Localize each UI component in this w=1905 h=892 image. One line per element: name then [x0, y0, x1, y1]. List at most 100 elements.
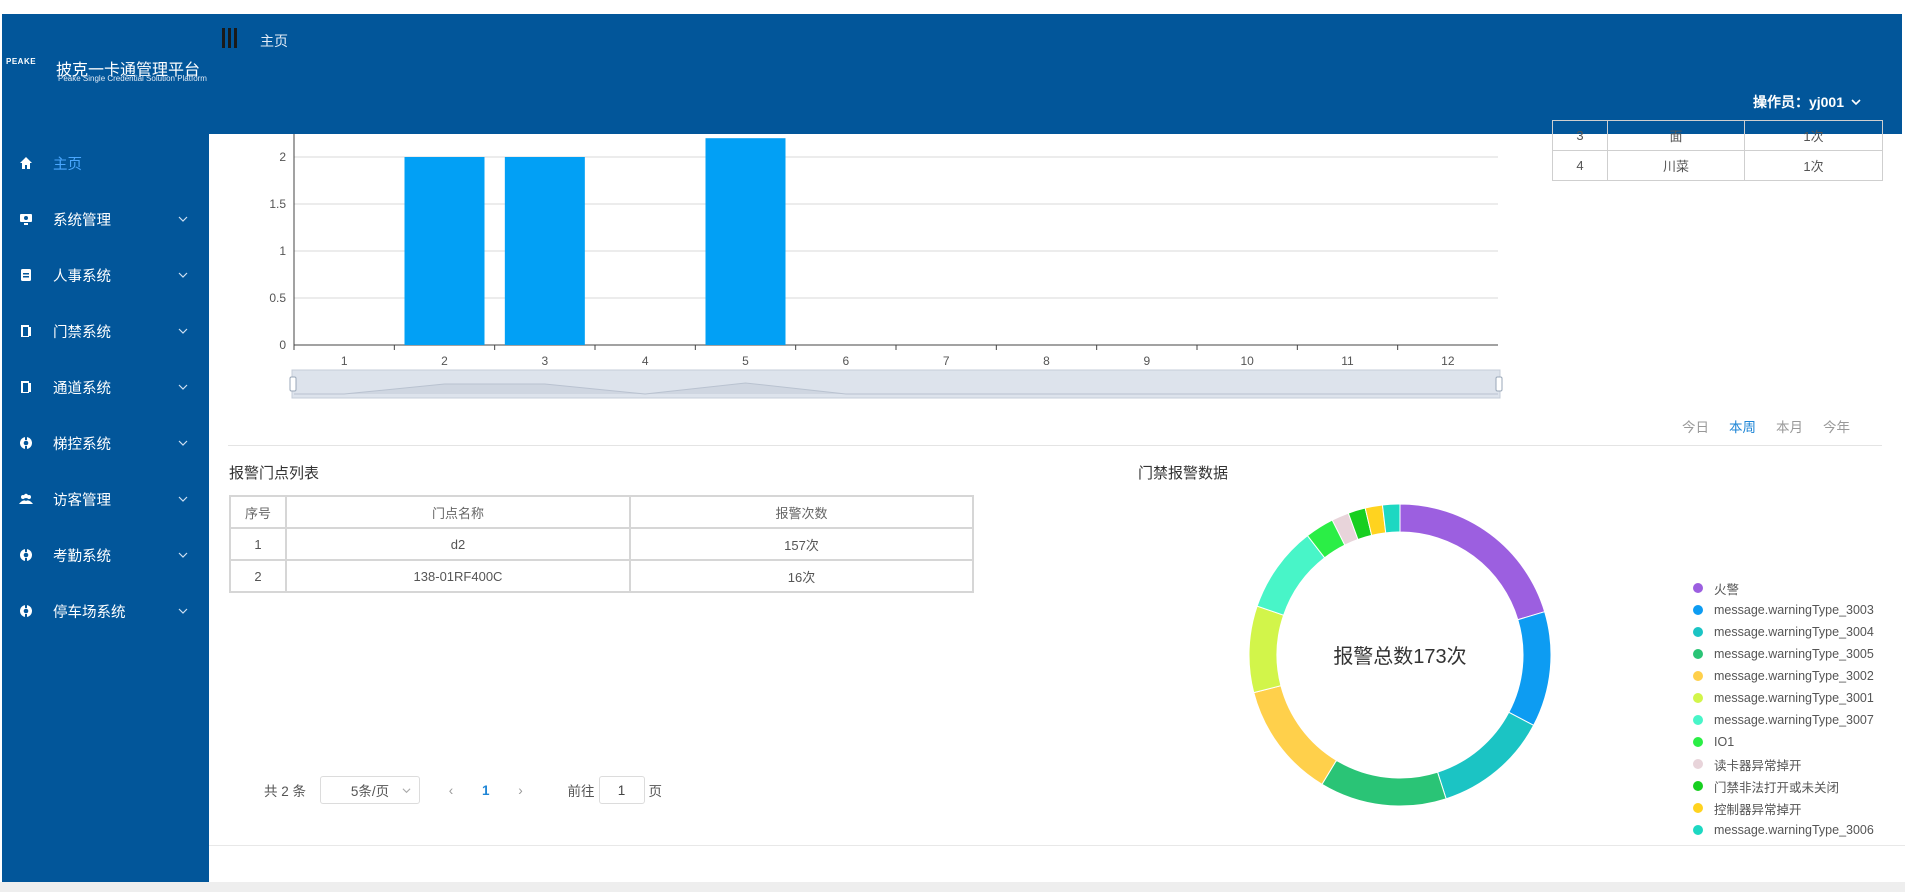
tab-period-1[interactable]: 本周: [1729, 416, 1756, 436]
page-size-select[interactable]: 5条/页: [320, 776, 421, 804]
monthly-bar-chart: 00.511.521 2 3 4 5 6 7 8 9 10 11 12: [269, 134, 1503, 399]
legend-item[interactable]: message.warningType_3006: [1693, 819, 1874, 841]
donut-slice[interactable]: [1399, 503, 1546, 621]
donut-slice[interactable]: [1253, 685, 1338, 785]
next-page-button[interactable]: ›: [512, 783, 530, 798]
bar-5[interactable]: [705, 138, 786, 345]
legend-swatch: [1693, 671, 1703, 681]
sidebar: 主页系统管理人事系统门禁系统通道系统梯控系统访客管理考勤系统停车场系统: [2, 134, 209, 882]
tab-period-2[interactable]: 本月: [1776, 416, 1803, 436]
legend-label: message.warningType_3005: [1714, 647, 1874, 661]
legend-swatch: [1693, 583, 1703, 593]
x-tick-label: 5: [742, 354, 749, 368]
attendance-icon: [20, 549, 32, 561]
sidebar-item-label: 通道系统: [53, 380, 111, 397]
brand-subtitle: Peake Single Credential Solution Platfor…: [58, 74, 207, 83]
operator-menu[interactable]: 操作员：yj001: [1753, 92, 1862, 112]
donut-slice[interactable]: [1321, 759, 1447, 807]
x-tick-label: 4: [642, 354, 649, 368]
sidebar-item-8[interactable]: 停车场系统: [2, 591, 209, 631]
x-tick-label: 8: [1043, 354, 1050, 368]
period-tabs: 今日 本周 本月 今年: [1682, 416, 1850, 436]
legend-label: 火警: [1714, 582, 1740, 597]
table-cell: 面: [1607, 120, 1745, 151]
chevron-down-icon: [1851, 99, 1861, 106]
chevron-down-icon: [178, 496, 188, 502]
legend-item[interactable]: 火警: [1693, 577, 1874, 599]
legend-item[interactable]: message.warningType_3004: [1693, 621, 1874, 643]
y-tick-label: 0.5: [269, 291, 286, 305]
pagination: 共 2 条 5条/页 ‹ 1 › 前往 页: [264, 776, 662, 804]
legend-item[interactable]: message.warningType_3003: [1693, 599, 1874, 621]
zoom-handle-right[interactable]: [1495, 376, 1503, 392]
goto-label: 前往: [567, 784, 595, 799]
legend-swatch: [1693, 605, 1703, 615]
donut-slice[interactable]: [1248, 605, 1285, 694]
chevron-down-icon: [178, 552, 188, 558]
legend-item[interactable]: message.warningType_3007: [1693, 709, 1874, 731]
sidebar-item-5[interactable]: 梯控系统: [2, 423, 209, 463]
table-cell: 1: [229, 527, 287, 561]
alarm-list-title: 报警门点列表: [229, 465, 320, 482]
sidebar-item-1[interactable]: 系统管理: [2, 199, 209, 239]
sidebar-item-0[interactable]: 主页: [2, 143, 209, 183]
bottom-strip: [0, 882, 1905, 892]
legend-label: 读卡器异常掉开: [1714, 758, 1802, 773]
legend-label: message.warningType_3003: [1714, 603, 1874, 617]
y-tick-label: 0: [279, 338, 286, 352]
table-row: 1 d2 157次: [229, 527, 974, 561]
sidebar-item-label: 停车场系统: [53, 604, 126, 621]
table-cell: 138-01RF400C: [285, 559, 631, 593]
app-header: PEAKE 披克一卡通管理平台 Peake Single Credential …: [2, 14, 1902, 134]
menu-toggle-icon[interactable]: [222, 28, 238, 48]
zoom-handle-left[interactable]: [289, 376, 297, 392]
legend-swatch: [1693, 759, 1703, 769]
sidebar-item-label: 梯控系统: [53, 436, 111, 453]
x-tick-label: 12: [1441, 354, 1455, 368]
donut-center-label: 报警总数173次: [1333, 645, 1466, 668]
legend-item[interactable]: 门禁非法打开或未关闭: [1693, 775, 1874, 797]
chevron-down-icon: [178, 328, 188, 334]
bar-3[interactable]: [504, 157, 585, 345]
sidebar-item-3[interactable]: 门禁系统: [2, 311, 209, 351]
legend-swatch: [1693, 825, 1703, 835]
legend-label: message.warningType_3001: [1714, 691, 1874, 705]
legend-item[interactable]: message.warningType_3005: [1693, 643, 1874, 665]
table-row: 3 面 1次: [1552, 120, 1883, 151]
sidebar-item-label: 人事系统: [53, 268, 111, 285]
donut-slice[interactable]: [1508, 611, 1552, 727]
x-tick-label: 6: [842, 354, 849, 368]
donut-slice[interactable]: [1256, 534, 1326, 616]
sidebar-item-label: 考勤系统: [53, 548, 111, 565]
legend-item[interactable]: message.warningType_3002: [1693, 665, 1874, 687]
chevron-down-icon: [178, 216, 188, 222]
table-cell: 16次: [629, 559, 974, 593]
donut-slice[interactable]: [1436, 711, 1535, 800]
chevron-down-icon: [178, 384, 188, 390]
breadcrumb[interactable]: 主页: [260, 31, 288, 51]
legend-item[interactable]: 读卡器异常掉开: [1693, 753, 1874, 775]
legend-item[interactable]: 控制器异常掉开: [1693, 797, 1874, 819]
tab-period-3[interactable]: 今年: [1823, 416, 1850, 436]
legend-swatch: [1693, 781, 1703, 791]
table-row: 2 138-01RF400C 16次: [229, 559, 974, 593]
donut-slice[interactable]: [1381, 503, 1401, 534]
bar-2[interactable]: [404, 157, 485, 345]
sidebar-item-7[interactable]: 考勤系统: [2, 535, 209, 575]
legend-label: IO1: [1714, 735, 1735, 749]
legend-swatch: [1693, 803, 1703, 813]
page-number[interactable]: 1: [482, 783, 490, 798]
x-tick-label: 9: [1143, 354, 1150, 368]
total-count: 共 2 条: [264, 784, 307, 799]
prev-page-button[interactable]: ‹: [442, 783, 460, 798]
y-tick-label: 2: [279, 150, 286, 164]
goto-page-input[interactable]: [598, 776, 645, 804]
chevron-down-icon: [178, 440, 188, 446]
legend-item[interactable]: message.warningType_3001: [1693, 687, 1874, 709]
sidebar-item-6[interactable]: 访客管理: [2, 479, 209, 519]
legend-swatch: [1693, 715, 1703, 725]
sidebar-item-4[interactable]: 通道系统: [2, 367, 209, 407]
sidebar-item-2[interactable]: 人事系统: [2, 255, 209, 295]
legend-item[interactable]: IO1: [1693, 731, 1874, 753]
tab-period-0[interactable]: 今日: [1682, 416, 1709, 436]
